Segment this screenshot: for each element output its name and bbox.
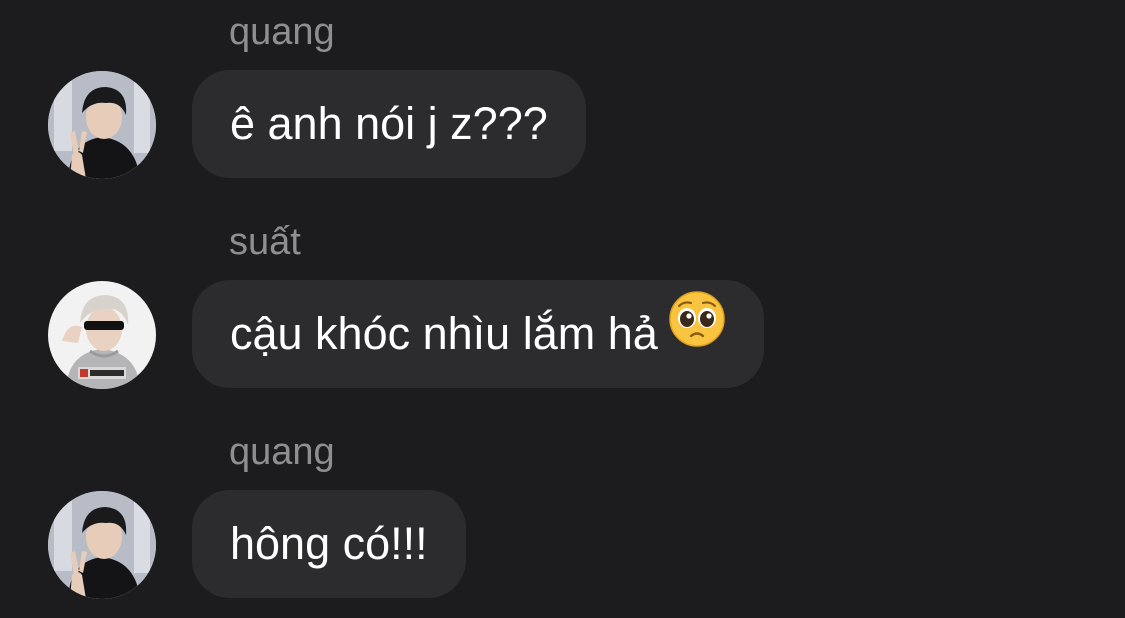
message-bubble[interactable]: cậu khóc nhìu lắm hả (192, 280, 764, 388)
avatar-suat[interactable] (48, 281, 156, 389)
message-bubble[interactable]: hông có!!! (192, 490, 466, 598)
pleading-face-icon (668, 279, 726, 387)
avatar-quang[interactable] (48, 491, 156, 599)
sender-name: suất (229, 221, 301, 263)
chat-thread: quang ê anh nói j z??? suất cậu khóc nhì… (0, 0, 1125, 618)
avatar-quang[interactable] (48, 71, 156, 179)
sender-name: quang (229, 431, 335, 473)
message-text: cậu khóc nhìu lắm hả (230, 308, 658, 359)
message-bubble[interactable]: ê anh nói j z??? (192, 70, 586, 178)
sender-name: quang (229, 11, 335, 53)
message-text: ê anh nói j z??? (230, 98, 548, 149)
message-text: hông có!!! (230, 518, 428, 569)
